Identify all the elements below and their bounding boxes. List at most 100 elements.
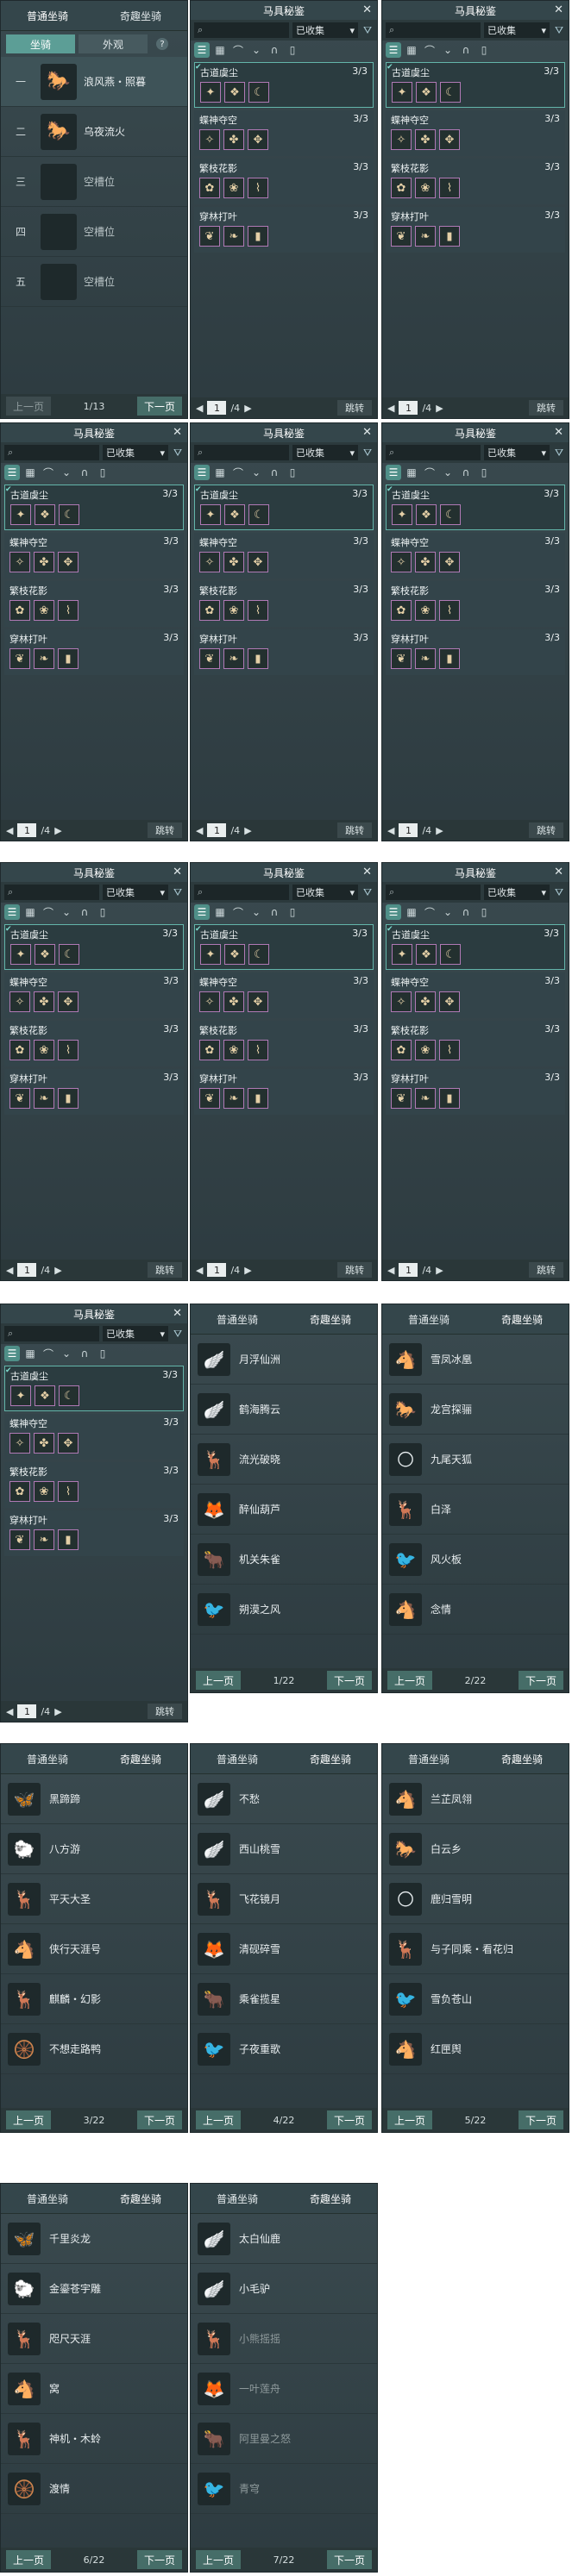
armor-set-card[interactable]: 穿林打叶 3/3 ❦ ❧ ▮	[386, 1069, 565, 1115]
fun-mount-item[interactable]: 🐑 八方游	[1, 1824, 187, 1874]
saddle-icon[interactable]: ⌒	[422, 904, 437, 920]
page-input[interactable]: 1	[399, 1263, 418, 1277]
list-icon[interactable]: ☰	[4, 465, 20, 480]
armor-piece-icon[interactable]: ❦	[9, 1529, 30, 1550]
armor-set-card[interactable]: ✔ 古道虞尘 3/3 ✦ ❖ ☾	[194, 62, 374, 108]
armor-piece-icon[interactable]: ▮	[248, 1088, 268, 1109]
ornament-icon[interactable]: ⌄	[59, 1346, 74, 1361]
armor-piece-icon[interactable]: ✤	[415, 991, 436, 1012]
armor-piece-icon[interactable]: ✧	[199, 991, 220, 1012]
fun-mount-item[interactable]: 🐴 窝	[1, 2364, 187, 2414]
slot-row-2[interactable]: 二 🐎 乌夜流火	[1, 107, 187, 157]
search-input[interactable]: ⌕	[386, 445, 481, 460]
ornament-icon[interactable]: ⌄	[248, 42, 264, 58]
tab-normal-mount[interactable]: 普通坐骑	[18, 2188, 77, 2210]
fun-mount-item[interactable]: 🐑 金鎏苍宇雕	[1, 2264, 187, 2314]
armor-piece-icon[interactable]: ✧	[391, 991, 412, 1012]
armor-piece-icon[interactable]: ❧	[415, 648, 436, 669]
grid-icon[interactable]: ▦	[212, 465, 228, 480]
armor-piece-icon[interactable]: ✤	[223, 552, 244, 572]
armor-set-card[interactable]: 繁枝花影 3/3 ✿ ❀ ⌇	[386, 581, 565, 627]
tab-fun-mount[interactable]: 奇趣坐骑	[301, 2188, 360, 2210]
armor-piece-icon[interactable]: ✧	[391, 552, 412, 572]
armor-piece-icon[interactable]: ✤	[34, 991, 54, 1012]
armor-piece-icon[interactable]: ▮	[58, 1088, 79, 1109]
armor-set-card[interactable]: 蝶神夺空 3/3 ✧ ✤ ✥	[194, 533, 374, 578]
armor-piece-icon[interactable]: ✧	[199, 552, 220, 572]
armor-piece-icon[interactable]: ❦	[391, 1088, 412, 1109]
prev-page-button[interactable]: 上一页	[6, 397, 51, 416]
armor-piece-icon[interactable]: ▮	[439, 226, 460, 247]
prev-arrow-icon[interactable]: ◀	[387, 403, 394, 414]
list-icon[interactable]: ☰	[194, 465, 210, 480]
grid-icon[interactable]: ▦	[404, 465, 419, 480]
armor-piece-icon[interactable]: ❀	[415, 1040, 436, 1060]
saddle-icon[interactable]: ⌒	[41, 1346, 56, 1361]
ornament-icon[interactable]: ⌄	[440, 465, 456, 480]
collect-filter-select[interactable]: 已收集 ▾	[292, 885, 358, 900]
fun-mount-item[interactable]: 🐴 红匣舆	[382, 2024, 569, 2074]
close-icon[interactable]: ✕	[173, 426, 182, 439]
armor-piece-icon[interactable]: ▮	[58, 648, 79, 669]
armor-piece-icon[interactable]: ❦	[391, 648, 412, 669]
armor-piece-icon[interactable]: ☾	[59, 1385, 79, 1406]
armor-set-card[interactable]: 繁枝花影 3/3 ✿ ❀ ⌇	[194, 1021, 374, 1066]
armor-set-card[interactable]: 穿林打叶 3/3 ❦ ❧ ▮	[194, 1069, 374, 1115]
collect-filter-select[interactable]: 已收集 ▾	[292, 445, 358, 460]
prev-arrow-icon[interactable]: ◀	[387, 825, 394, 836]
jump-button[interactable]: 跳转	[529, 822, 563, 838]
armor-piece-icon[interactable]: ✦	[10, 1385, 31, 1406]
tab-fun-mount[interactable]: 奇趣坐骑	[111, 2188, 170, 2210]
close-icon[interactable]: ✕	[362, 426, 372, 439]
filter-icon[interactable]: ⛛	[361, 886, 374, 899]
armor-piece-icon[interactable]: ⌇	[248, 1040, 268, 1060]
ornament-icon[interactable]: ⌄	[248, 904, 264, 920]
stirrup-icon[interactable]: ▯	[285, 42, 300, 58]
tab-normal-mount[interactable]: 普通坐骑	[18, 1748, 77, 1770]
armor-piece-icon[interactable]: ❖	[224, 504, 245, 525]
filter-icon[interactable]: ⛛	[361, 24, 374, 37]
armor-piece-icon[interactable]: ✦	[392, 944, 412, 965]
armor-set-card[interactable]: 繁枝花影 3/3 ✿ ❀ ⌇	[386, 159, 565, 204]
fun-mount-item[interactable]: 🦋 千里炎龙	[1, 2214, 187, 2264]
armor-piece-icon[interactable]: ❧	[223, 648, 244, 669]
fun-mount-item[interactable]: 🌕 鹿归雪明	[382, 1874, 569, 1924]
armor-piece-icon[interactable]: ☾	[440, 82, 461, 103]
armor-piece-icon[interactable]: ✤	[223, 991, 244, 1012]
armor-piece-icon[interactable]: ⌇	[248, 600, 268, 621]
armor-set-card[interactable]: 繁枝花影 3/3 ✿ ❀ ⌇	[194, 159, 374, 204]
page-input[interactable]: 1	[207, 823, 227, 837]
next-page-button[interactable]: 下一页	[518, 1671, 563, 1690]
tab-normal-mount[interactable]: 普通坐骑	[399, 1748, 458, 1770]
armor-set-card[interactable]: 蝶神夺空 3/3 ✧ ✤ ✥	[4, 533, 184, 578]
fun-mount-item[interactable]: 🦌 神机・木蛉	[1, 2414, 187, 2464]
stirrup-icon[interactable]: ▯	[95, 465, 110, 480]
armor-piece-icon[interactable]: ❧	[34, 1088, 54, 1109]
grid-icon[interactable]: ▦	[212, 42, 228, 58]
next-arrow-icon[interactable]: ▶	[244, 403, 251, 414]
close-icon[interactable]: ✕	[554, 426, 563, 439]
armor-piece-icon[interactable]: ✧	[391, 129, 412, 150]
armor-set-card[interactable]: 穿林打叶 3/3 ❦ ❧ ▮	[194, 207, 374, 253]
next-page-button[interactable]: 下一页	[326, 2550, 372, 2569]
armor-piece-icon[interactable]: ❀	[223, 178, 244, 198]
help-icon[interactable]: ?	[156, 38, 168, 50]
search-input[interactable]: ⌕	[386, 22, 481, 38]
armor-piece-icon[interactable]: ❀	[415, 178, 436, 198]
armor-piece-icon[interactable]: ✥	[58, 552, 79, 572]
armor-piece-icon[interactable]: ☾	[248, 504, 269, 525]
armor-set-card[interactable]: ✔ 古道虞尘 3/3 ✦ ❖ ☾	[386, 485, 565, 530]
prev-page-button[interactable]: 上一页	[387, 2110, 432, 2129]
armor-piece-icon[interactable]: ❀	[415, 600, 436, 621]
close-icon[interactable]: ✕	[554, 866, 563, 878]
fun-mount-item[interactable]: 🛞 不想走路鸭	[1, 2024, 187, 2074]
filter-icon[interactable]: ⛛	[553, 24, 565, 37]
ornament-icon[interactable]: ⌄	[248, 465, 264, 480]
armor-piece-icon[interactable]: ❖	[35, 1385, 55, 1406]
next-page-button[interactable]: 下一页	[326, 2110, 372, 2129]
armor-piece-icon[interactable]: ❖	[224, 82, 245, 103]
close-icon[interactable]: ✕	[173, 1307, 182, 1320]
prev-page-button[interactable]: 上一页	[196, 1671, 241, 1690]
armor-piece-icon[interactable]: ❧	[223, 226, 244, 247]
armor-piece-icon[interactable]: ⌇	[439, 1040, 460, 1060]
